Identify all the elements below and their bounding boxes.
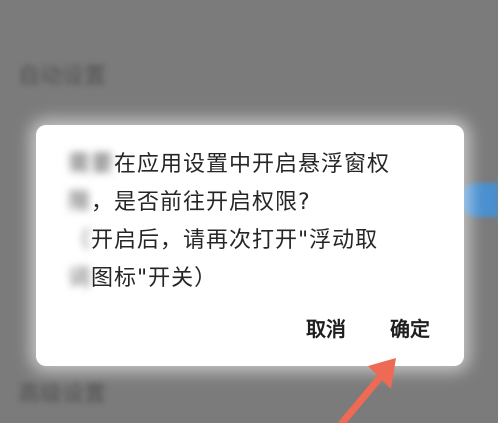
message-blurred-fragment: 需要	[68, 152, 115, 177]
message-line-1: 需要在应用设置中开启悬浮窗权	[68, 146, 448, 184]
confirm-button[interactable]: 确定	[390, 313, 430, 342]
background-setting-label: 自动设置	[18, 64, 107, 89]
cancel-button[interactable]: 取消	[306, 313, 346, 342]
background-toggle	[460, 183, 498, 217]
message-text: 开启后，请再次打开"浮动取	[91, 228, 379, 253]
message-text: 在应用设置中开启悬浮窗权	[114, 152, 391, 177]
dialog-message: 需要在应用设置中开启悬浮窗权 限，是否前往开启权限? （开启后，请再次打开"浮动…	[68, 146, 448, 298]
dialog-actions: 取消 确定	[306, 313, 430, 342]
message-blurred-fragment: 词	[68, 266, 92, 291]
pointer-arrow-icon	[338, 358, 396, 423]
message-text: 图标"开关）	[91, 266, 218, 291]
message-line-4: 词图标"开关）	[68, 260, 448, 298]
message-line-2: 限，是否前往开启权限?	[68, 184, 448, 222]
message-line-3: （开启后，请再次打开"浮动取	[68, 222, 448, 260]
message-text: ，是否前往开启权限?	[91, 190, 311, 215]
message-blurred-fragment: 限	[68, 190, 92, 215]
permission-dialog: 需要在应用设置中开启悬浮窗权 限，是否前往开启权限? （开启后，请再次打开"浮动…	[36, 125, 464, 366]
background-setting-label-bottom: 高级设置	[18, 382, 107, 407]
message-blurred-fragment: （	[68, 228, 92, 253]
